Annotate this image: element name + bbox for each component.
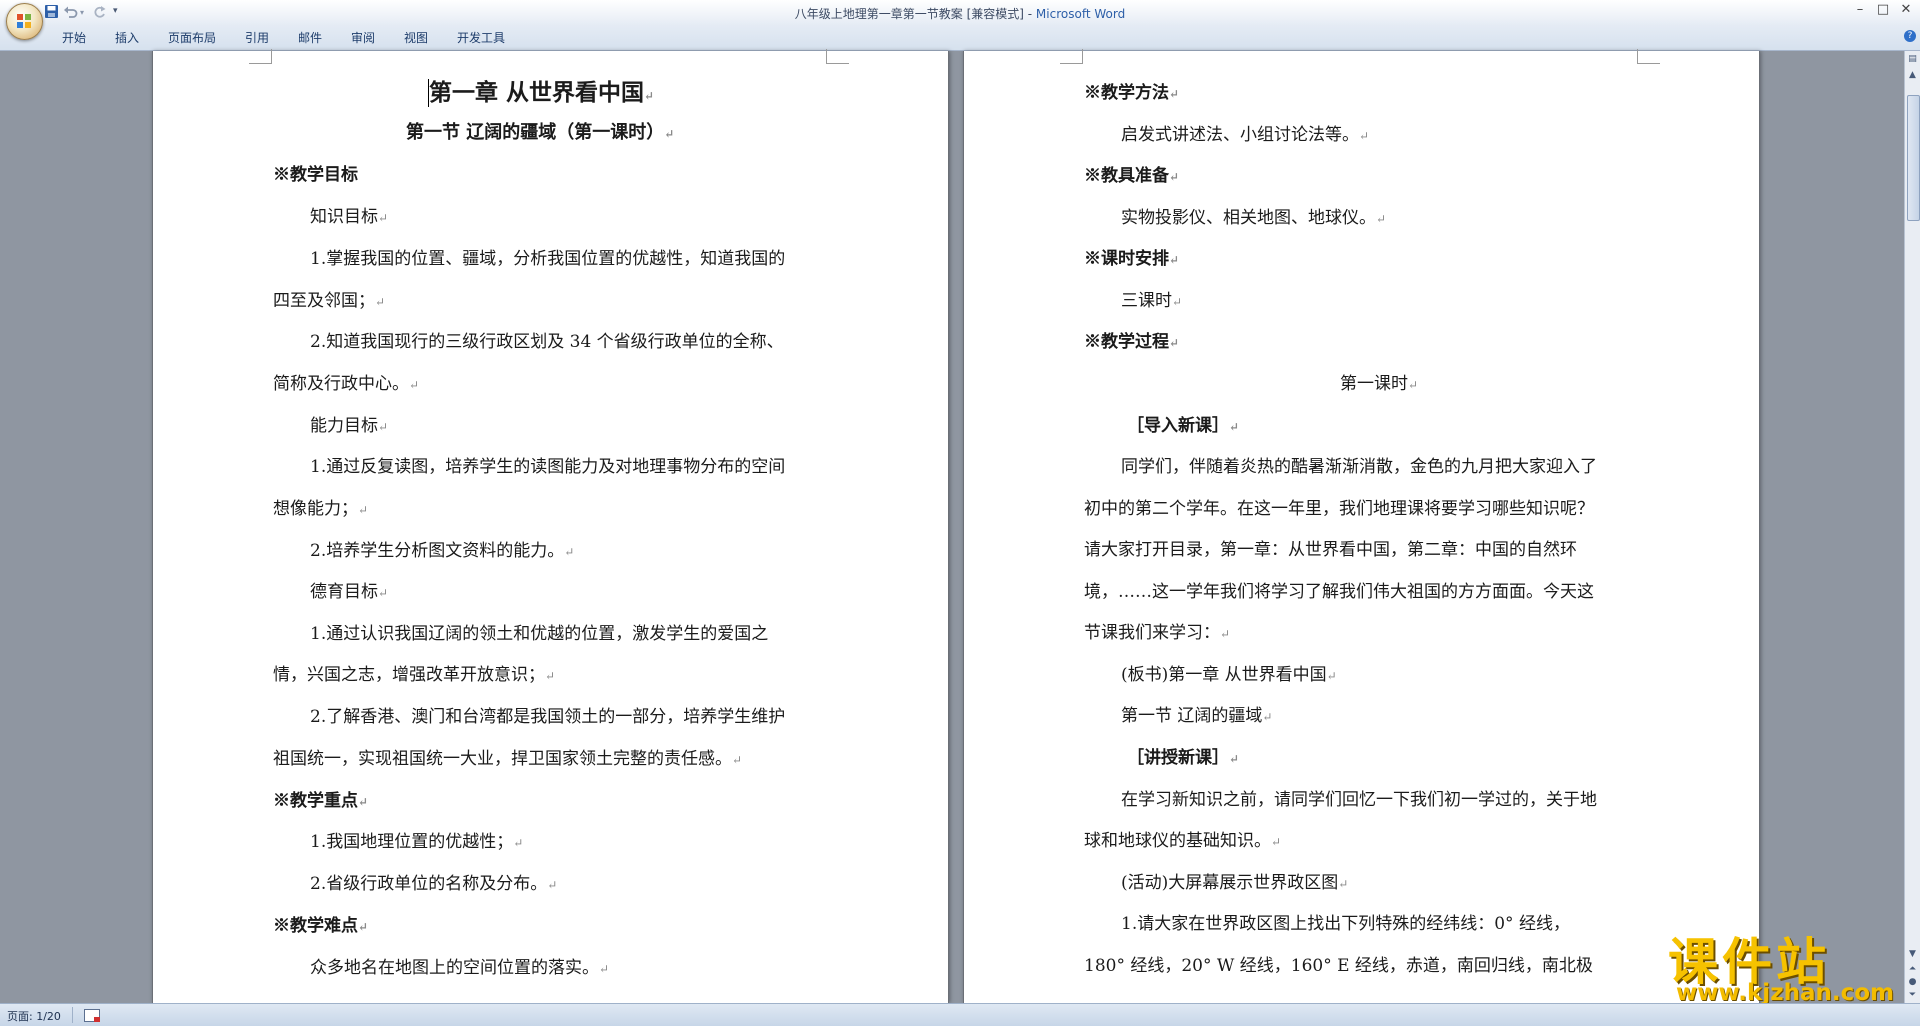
heading-key-points: ※教学重点↵ [273, 791, 369, 811]
paragraph: 实物投影仪、相关地图、地球仪。↵ [1121, 208, 1387, 228]
minimize-button[interactable]: – [1848, 2, 1872, 20]
ruler-toggle-icon[interactable]: ▤ [1906, 53, 1919, 66]
page-indicator[interactable]: 页面: 1/20 [7, 1008, 61, 1024]
office-button[interactable] [6, 3, 43, 40]
paragraph: 节课我们来学习：↵ [1084, 623, 1231, 643]
paragraph: (活动)大屏幕展示世界政区图↵ [1121, 873, 1349, 893]
heading-new-lesson: ［讲授新课］↵ [1127, 748, 1240, 768]
maximize-button[interactable]: □ [1871, 2, 1895, 20]
next-page-icon[interactable]: ⏷ [1906, 989, 1919, 1002]
paragraph: 1.我国地理位置的优越性；↵ [310, 832, 524, 852]
select-browse-object-icon[interactable]: ● [1906, 976, 1919, 989]
heading-teaching-goals: ※教学目标 [273, 165, 358, 185]
heading-intro: ［导入新课］↵ [1127, 416, 1240, 436]
status-divider [72, 1007, 73, 1023]
previous-page-icon[interactable]: ⏶ [1906, 963, 1919, 976]
paragraph: 想像能力；↵ [273, 499, 369, 519]
paragraph: 1.掌握我国的位置、疆域，分析我国位置的优越性，知道我国的 [310, 249, 786, 269]
heading-schedule: ※课时安排↵ [1084, 249, 1180, 269]
site-watermark: 课件站 www.kjzhan.com [1668, 922, 1898, 1007]
vertical-scrollbar[interactable]: ▤ ▲ ▼ ⏶ ● ⏷ [1904, 51, 1920, 1003]
heading-difficulties: ※教学难点↵ [273, 916, 369, 936]
office-logo-icon [17, 14, 32, 29]
document-page-2[interactable]: ※教学方法↵ 启发式讲述法、小组讨论法等。↵ ※教具准备↵ 实物投影仪、相关地图… [963, 49, 1760, 1003]
tab-home[interactable]: 开始 [60, 29, 88, 46]
paragraph: 1.通过反复读图，培养学生的读图能力及对地理事物分布的空间 [310, 457, 786, 477]
tab-mailings[interactable]: 邮件 [296, 29, 324, 46]
paragraph: 在学习新知识之前，请同学们回忆一下我们初一学过的，关于地 [1121, 790, 1597, 810]
paragraph: 第一节 辽阔的疆域↵ [1121, 706, 1273, 726]
heading-tools: ※教具准备↵ [1084, 166, 1180, 186]
tab-page-layout[interactable]: 页面布局 [166, 29, 218, 46]
crop-mark [249, 49, 272, 64]
document-page-1[interactable]: 第一章 从世界看中国↵ 第一节 辽阔的疆域（第一课时）↵ ※教学目标 知识目标↵… [152, 49, 949, 1003]
paragraph: 180° 经线，20° W 经线，160° E 经线，赤道，南回归线，南北极 [1084, 956, 1593, 976]
paragraph: 球和地球仪的基础知识。↵ [1084, 831, 1282, 851]
paragraph: 四至及邻国；↵ [273, 291, 386, 311]
paragraph: 同学们，伴随着炎热的酷暑渐渐消散，金色的九月把大家迎入了 [1121, 457, 1597, 477]
status-bar: 页面: 1/20 [0, 1003, 1920, 1026]
window-title: 八年级上地理第一章第一节教案 [兼容模式] - Microsoft Word [0, 5, 1920, 22]
paragraph: 三课时↵ [1121, 291, 1183, 311]
paragraph: 情，兴国之志，增强改革开放意识；↵ [273, 665, 556, 685]
proofing-status-icon[interactable] [84, 1009, 100, 1022]
paragraph: 祖国统一，实现祖国统一大业，捍卫国家领土完整的责任感。↵ [273, 749, 743, 769]
app-name: Microsoft Word [1035, 7, 1126, 21]
scroll-up-icon[interactable]: ▲ [1906, 69, 1919, 82]
document-title: 八年级上地理第一章第一节教案 [兼容模式] - [794, 7, 1036, 21]
paragraph: 2.了解香港、澳门和台湾都是我国领土的一部分，培养学生维护 [310, 707, 786, 727]
tab-view[interactable]: 视图 [402, 29, 430, 46]
tab-developer[interactable]: 开发工具 [455, 29, 507, 46]
section-title: 第一节 辽阔的疆域（第一课时）↵ [406, 122, 675, 143]
paragraph: 1.请大家在世界政区图上找出下列特殊的经纬线：0° 经线， [1121, 914, 1570, 934]
paragraph: 2.培养学生分析图文资料的能力。↵ [310, 541, 575, 561]
paragraph-centered: 第一课时↵ [1340, 374, 1419, 394]
heading-methods: ※教学方法↵ [1084, 83, 1180, 103]
crop-mark [1637, 49, 1660, 64]
close-button[interactable]: ✕ [1894, 2, 1918, 20]
paragraph: 2.知道我国现行的三级行政区划及 34 个省级行政单位的全称、 [310, 332, 784, 352]
tab-review[interactable]: 审阅 [349, 29, 377, 46]
crop-mark [826, 49, 849, 64]
heading-process: ※教学过程↵ [1084, 332, 1180, 352]
paragraph: 德育目标↵ [310, 582, 389, 602]
tab-references[interactable]: 引用 [243, 29, 271, 46]
paragraph: 知识目标↵ [310, 207, 389, 227]
paragraph: 2.省级行政单位的名称及分布。↵ [310, 874, 558, 894]
paragraph: 能力目标↵ [310, 416, 389, 436]
ribbon-tab-bar: 开始 插入 页面布局 引用 邮件 审阅 视图 开发工具 [0, 26, 1920, 51]
scroll-down-icon[interactable]: ▼ [1906, 948, 1919, 961]
title-bar: ▾ ▾ 八年级上地理第一章第一节教案 [兼容模式] - Microsoft Wo… [0, 0, 1920, 40]
paragraph: 境，……这一学年我们将学习了解我们伟大祖国的方方面面。今天这 [1084, 582, 1594, 602]
scroll-thumb[interactable] [1907, 95, 1920, 221]
paragraph: 初中的第二个学年。在这一年里，我们地理课将要学习哪些知识呢？ [1084, 499, 1594, 519]
chapter-title: 第一章 从世界看中国↵ [429, 79, 655, 106]
paragraph: 请大家打开目录，第一章：从世界看中国，第二章：中国的自然环 [1084, 540, 1577, 560]
crop-mark [1060, 49, 1083, 64]
help-icon[interactable]: ? [1904, 30, 1916, 42]
tab-insert[interactable]: 插入 [113, 29, 141, 46]
paragraph: 1.通过认识我国辽阔的领土和优越的位置，激发学生的爱国之 [310, 624, 769, 644]
paragraph: (板书)第一章 从世界看中国↵ [1121, 665, 1337, 685]
paragraph: 启发式讲述法、小组讨论法等。↵ [1121, 125, 1370, 145]
paragraph: 简称及行政中心。↵ [273, 374, 420, 394]
paragraph: 众多地名在地图上的空间位置的落实。↵ [310, 958, 610, 978]
